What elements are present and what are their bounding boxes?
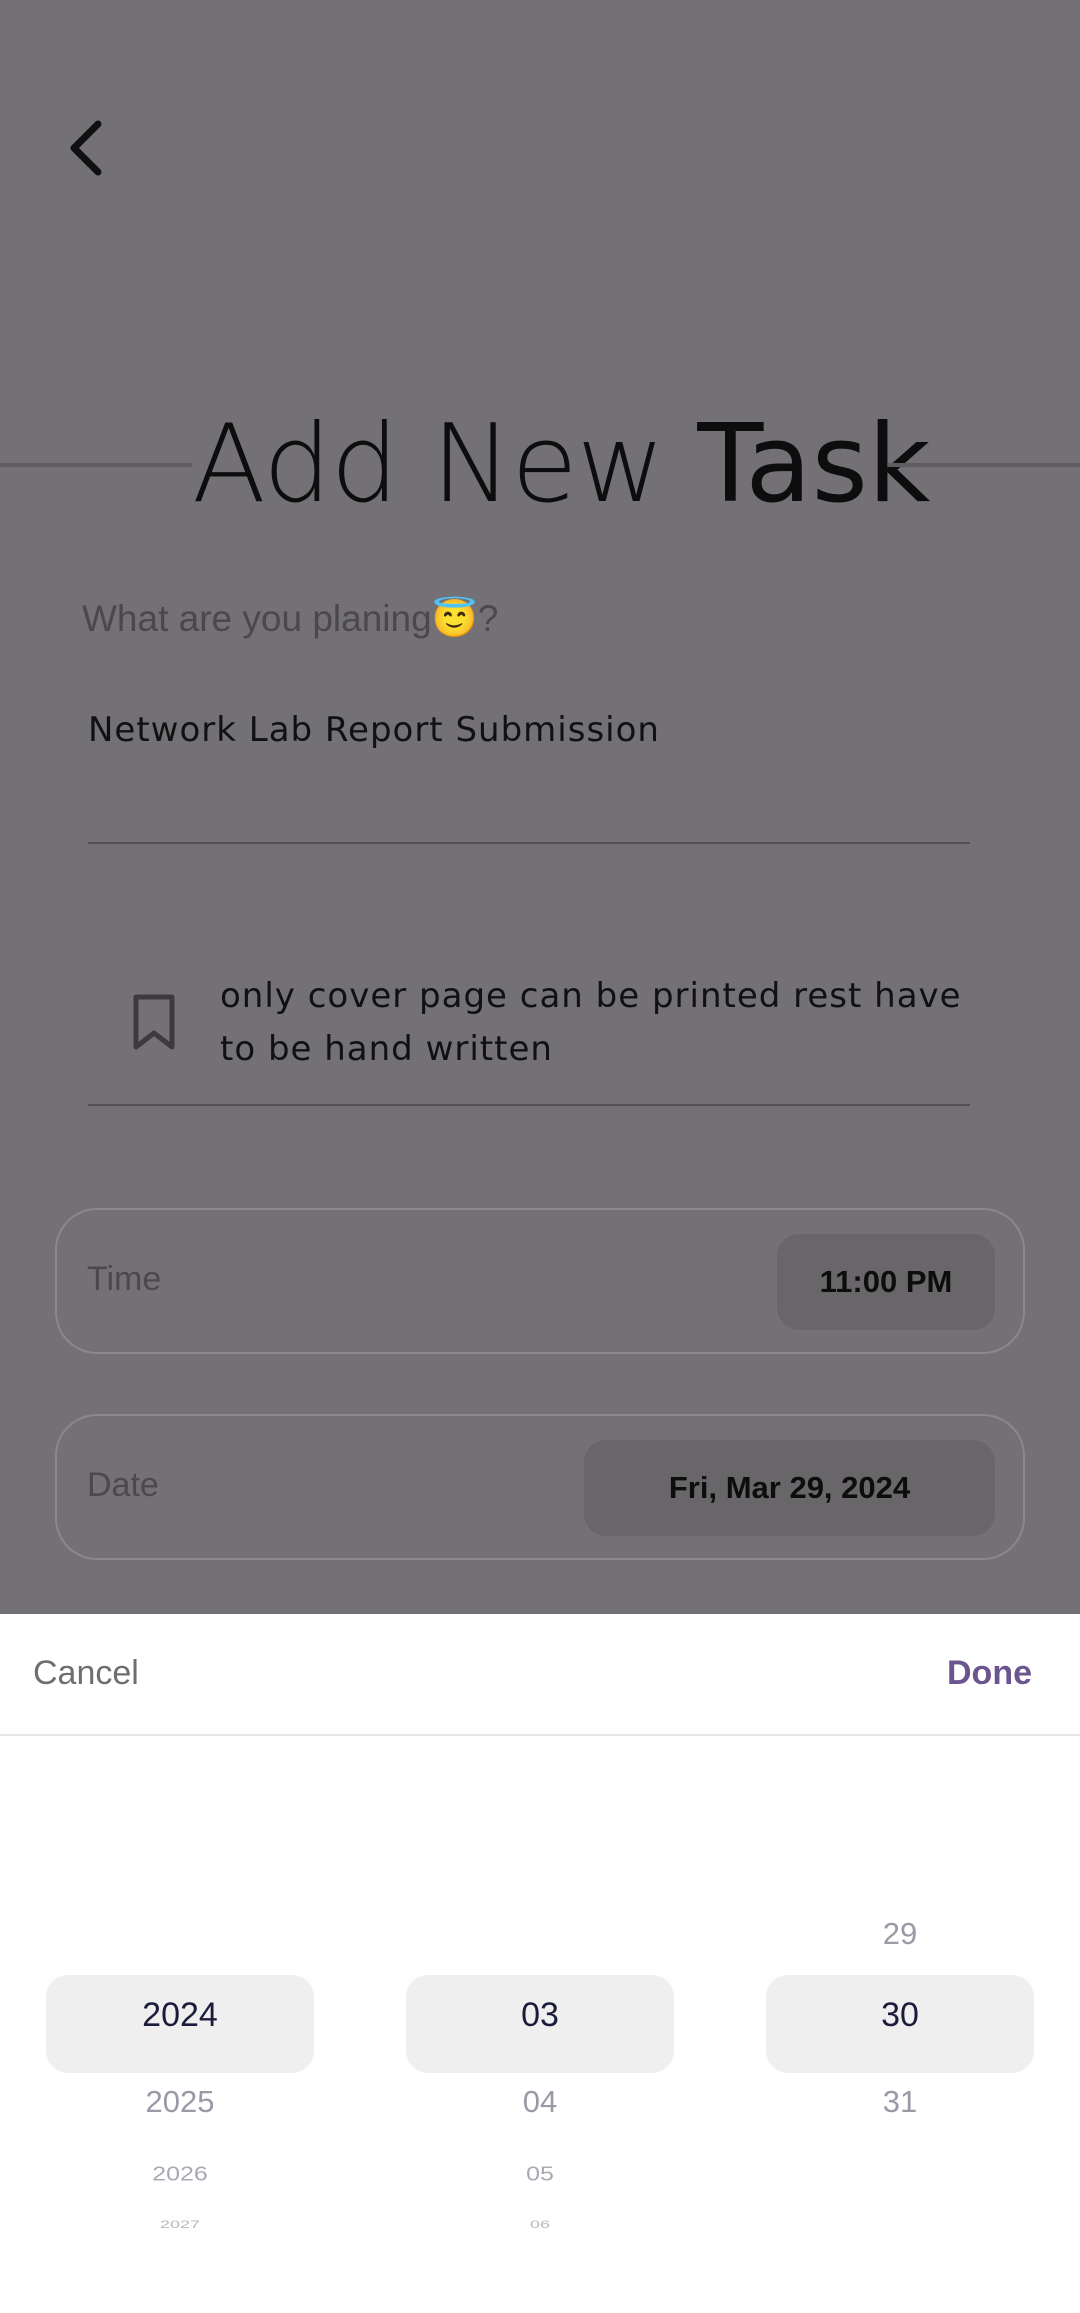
date-value-button[interactable]: Fri, Mar 29, 2024 [584,1440,995,1536]
task-note-input[interactable]: only cover page can be printed rest have… [220,970,980,1076]
day-option[interactable]: 29 [766,1916,1034,1952]
month-option[interactable]: 04 [406,2084,674,2120]
year-option[interactable]: 2025 [46,2084,314,2120]
month-wheel[interactable]: 03 04 05 06 [406,1614,674,2313]
title-divider-right [888,463,1080,467]
page-title: Add New Task [0,395,1080,535]
time-value-button[interactable]: 11:00 PM [777,1234,995,1330]
time-row: Time 11:00 PM [55,1208,1025,1354]
task-name-underline [88,842,970,844]
day-wheel[interactable]: 29 30 31 [766,1614,1034,2313]
chevron-left-icon[interactable] [62,118,118,178]
task-name-input[interactable]: Network Lab Report Submission [88,710,660,750]
date-picker-sheet: Cancel Done 2024 2025 2026 2027 03 04 05… [0,1614,1080,2313]
date-label: Date [87,1466,159,1504]
title-light-part: Add New [192,402,698,527]
date-row: Date Fri, Mar 29, 2024 [55,1414,1025,1560]
title-divider-left [0,463,192,467]
task-prompt-label: What are you planing😇? [82,598,499,639]
bookmark-icon [133,994,175,1050]
month-option[interactable]: 06 [406,2218,674,2231]
year-wheel[interactable]: 2024 2025 2026 2027 [46,1614,314,2313]
add-task-screen: Add New Task What are you planing😇? Netw… [0,0,1080,1614]
day-option[interactable]: 31 [766,2084,1034,2120]
year-option[interactable]: 2027 [46,2218,314,2231]
time-label: Time [87,1260,162,1298]
day-selected[interactable]: 30 [766,1996,1034,2035]
month-selected[interactable]: 03 [406,1996,674,2035]
month-option[interactable]: 05 [406,2163,674,2186]
task-note-underline [88,1104,970,1106]
year-selected[interactable]: 2024 [46,1996,314,2035]
year-option[interactable]: 2026 [46,2163,314,2186]
